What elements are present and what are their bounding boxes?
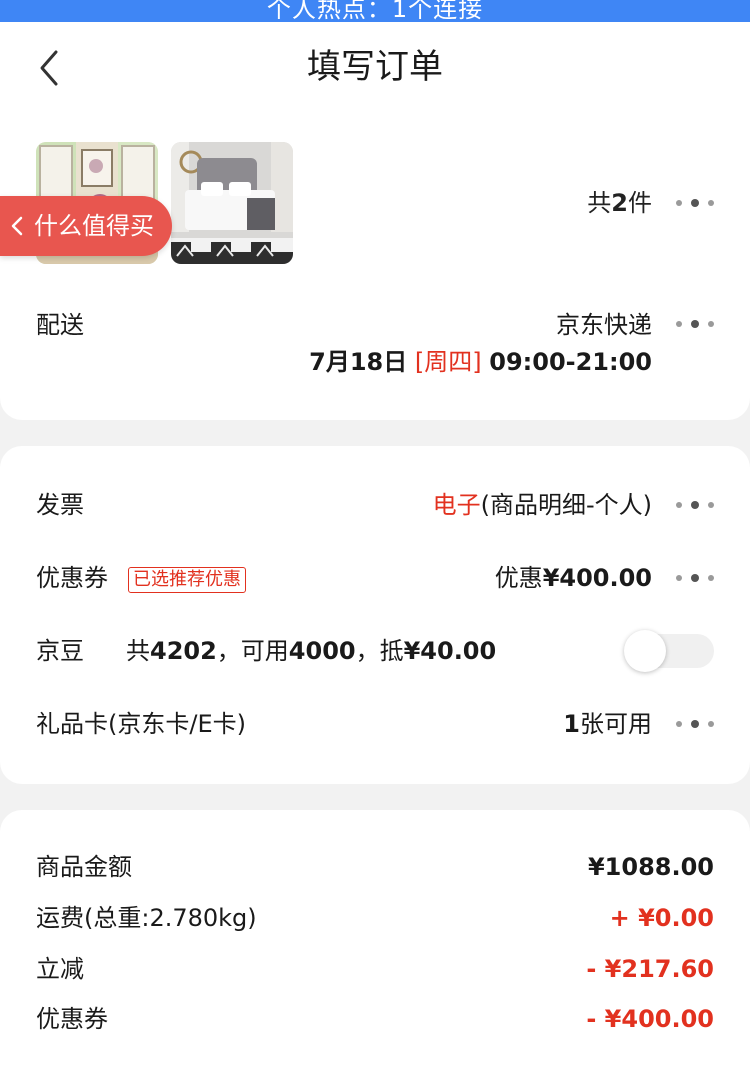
delivery-label: 配送 (36, 311, 84, 339)
products-delivery-card: 共2件 配送 京东快递 7月18日 [周四] 09:00-21:00 (0, 114, 750, 420)
invoice-label: 发票 (36, 491, 84, 519)
hotspot-status-bar: 个人热点：1个连接 (0, 0, 750, 22)
delivery-carrier[interactable]: 京东快递 (556, 308, 652, 342)
price-summary-card: 商品金额 ¥1088.00 运费(总重:2.780kg) + ¥0.00 立减 … (0, 810, 750, 1090)
product-count-number: 2 (611, 189, 628, 217)
nav-header: 填写订单 (0, 22, 750, 114)
delivery-more-button[interactable] (676, 317, 716, 331)
coupon-value-prefix: 优惠 (494, 564, 543, 592)
giftcard-value-text: 张可用 (580, 710, 652, 738)
delivery-weekday: [周四] (414, 348, 482, 376)
jingdou-detail-part: 共 (126, 637, 150, 665)
invoice-more-button[interactable] (676, 498, 716, 512)
summary-label-shipping: 运费(总重:2.780kg) (36, 904, 257, 932)
product-thumbnail-bedroom[interactable] (171, 142, 293, 264)
coupon-more-button[interactable] (676, 571, 716, 585)
jingdou-toggle[interactable] (624, 630, 714, 672)
summary-value-goods: ¥1088.00 (587, 853, 714, 881)
products-more-button[interactable] (676, 196, 716, 210)
giftcard-value[interactable]: 1张可用 (563, 707, 652, 741)
options-card: 发票 电子(商品明细-个人) 优惠券 已选推荐优惠 优惠¥400.00 京豆 共… (0, 446, 750, 784)
coupon-value-amount: ¥400.00 (542, 564, 652, 592)
summary-label-discount: 立减 (36, 955, 84, 983)
delivery-date: 7月18日 (309, 348, 408, 376)
summary-value-shipping: + ¥0.00 (609, 904, 714, 932)
smzdm-float-button[interactable]: 什么值得买 (0, 196, 172, 256)
coupon-label: 优惠券 (36, 564, 108, 592)
jingdou-deduct: ¥40.00 (403, 637, 497, 665)
jingdou-total: 4202 (150, 637, 217, 665)
jingdou-detail-part: ，可用 (216, 637, 289, 665)
jingdou-usable: 4000 (288, 637, 356, 665)
jingdou-label: 京豆 (36, 637, 84, 665)
product-count-prefix: 共 (587, 189, 612, 217)
giftcard-label: 礼品卡(京东卡/E卡) (36, 710, 246, 738)
summary-value-coupon: - ¥400.00 (586, 1005, 714, 1033)
summary-label-goods: 商品金额 (36, 853, 132, 881)
bedroom-bed-photo (171, 142, 293, 264)
giftcard-count: 1 (563, 710, 580, 738)
page-title: 填写订单 (307, 47, 443, 87)
coupon-value[interactable]: 优惠¥400.00 (495, 561, 652, 595)
chevron-left-icon (11, 216, 23, 236)
product-count: 共2件 (587, 186, 652, 220)
giftcard-more-button[interactable] (676, 717, 716, 731)
delivery-time-range: 09:00-21:00 (489, 348, 652, 376)
invoice-type-highlight: 电子 (432, 491, 481, 519)
jingdou-detail-part: ，抵 (355, 637, 404, 665)
invoice-value[interactable]: 电子(商品明细-个人) (433, 488, 652, 522)
hotspot-status-text: 个人热点：1个连接 (266, 0, 484, 22)
toggle-knob (624, 630, 666, 672)
smzdm-float-label: 什么值得买 (34, 212, 154, 240)
summary-value-discount: - ¥217.60 (586, 955, 714, 983)
product-count-suffix: 件 (628, 189, 652, 217)
coupon-recommend-badge: 已选推荐优惠 (128, 567, 246, 593)
jingdou-detail: 共4202，可用4000，抵¥40.00 (126, 634, 496, 668)
invoice-type-detail: (商品明细-个人) (480, 491, 652, 519)
delivery-time[interactable]: 7月18日 [周四] 09:00-21:00 (309, 345, 652, 379)
summary-label-coupon: 优惠券 (36, 1005, 108, 1033)
